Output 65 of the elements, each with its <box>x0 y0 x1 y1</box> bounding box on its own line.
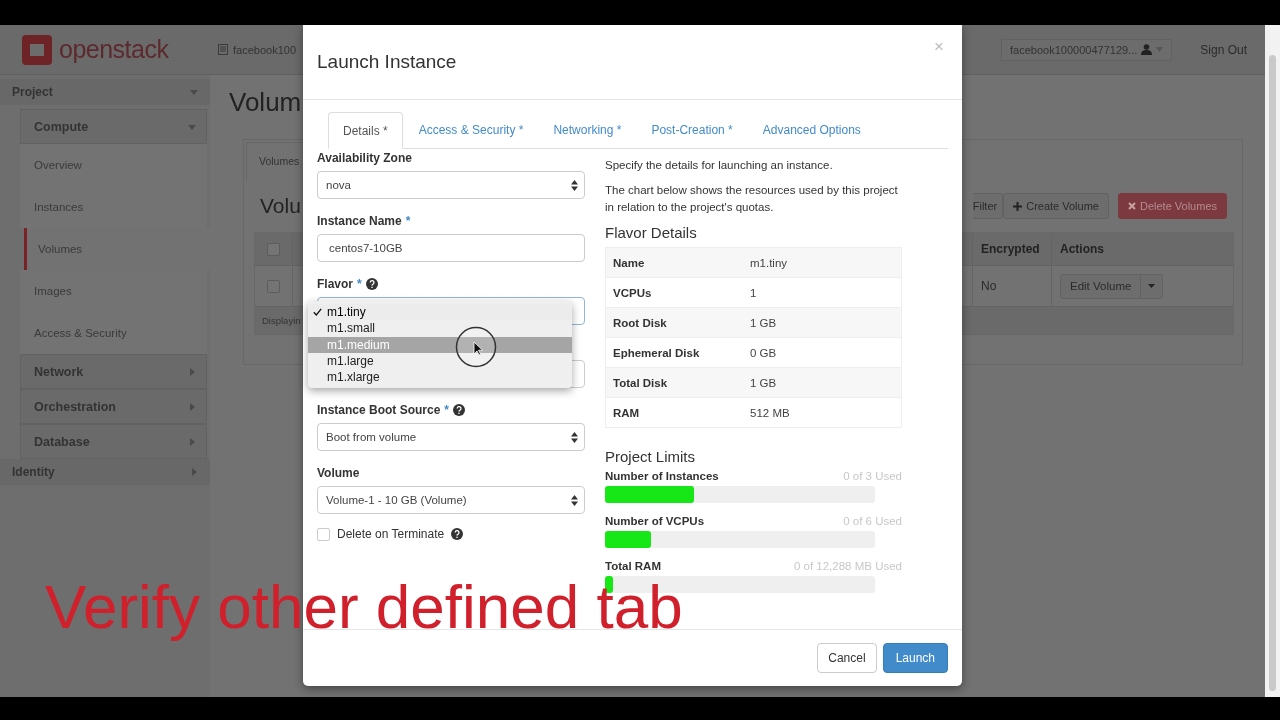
sidebar-item[interactable]: Images <box>20 270 207 312</box>
dropdown-option[interactable]: m1.medium <box>308 336 572 353</box>
dropdown-option[interactable]: m1.tiny <box>308 304 572 321</box>
table-cell: 1 <box>750 286 757 299</box>
tab[interactable]: Access & Security * <box>404 112 538 148</box>
checkbox-label: Delete on Terminate <box>337 527 445 541</box>
select-field[interactable]: Volume-1 - 10 GB (Volume) <box>317 486 585 514</box>
table-cell-text: Total Disk <box>613 376 669 389</box>
section-heading: Project Limits <box>605 448 697 465</box>
edit-button[interactable]: Edit Volume <box>1060 273 1142 299</box>
launch-button[interactable]: Launch <box>882 643 948 673</box>
cancel-button[interactable]: Cancel <box>817 643 877 673</box>
filter-button[interactable]: Filter <box>972 193 1004 219</box>
tab[interactable]: Details * <box>328 112 403 149</box>
close-button[interactable]: × <box>930 37 948 57</box>
limit-label: Number of Instances <box>605 470 719 484</box>
table-cell-text: RAM <box>613 406 641 419</box>
limit-label: Number of VCPUs <box>605 515 705 529</box>
tab[interactable]: Networking * <box>539 112 636 148</box>
table-cell-text: VCPUs <box>613 286 653 299</box>
table-cell-text: Root Disk <box>613 316 668 329</box>
field-label: Instance Name <box>317 214 402 228</box>
select-field[interactable]: nova <box>317 171 585 199</box>
dropdown-option[interactable]: m1.large <box>308 352 572 370</box>
field-label: Volume <box>317 466 360 480</box>
limit-label: Total RAM <box>605 560 661 574</box>
page-title: Volum <box>229 87 303 117</box>
table-heading: Volu <box>260 194 301 218</box>
table-cell: 0 GB <box>750 346 777 359</box>
section-heading: Flavor Details <box>605 224 698 241</box>
column-header: Encrypted <box>972 233 1052 265</box>
sidebar-group-header[interactable]: Compute <box>20 109 207 144</box>
dropdown-option[interactable]: m1.xlarge <box>308 369 572 386</box>
required-mark: * <box>444 403 450 417</box>
table-cell: m1.tiny <box>750 256 788 269</box>
tab[interactable]: Advanced Options <box>748 112 875 148</box>
table-cell-text: Ephemeral Disk <box>613 346 701 359</box>
tab[interactable]: Post-Creation * <box>637 112 747 148</box>
required-mark: * <box>357 277 362 291</box>
sidebar-item[interactable]: Access & Security <box>20 312 207 354</box>
table-cell: No <box>981 279 997 293</box>
sidebar-group-header[interactable]: Orchestration <box>20 389 207 424</box>
sign-out-link[interactable]: Sign Out <box>1200 42 1247 57</box>
sidebar-group-header[interactable]: Database <box>20 424 207 459</box>
delete-button[interactable]: Delete Volumes <box>1117 193 1227 219</box>
description-text: The chart below shows the resources used by this project in relation to the project's quotas. <box>605 183 899 215</box>
table-cell: 512 MB <box>750 406 790 419</box>
text-field[interactable]: centos7-10GB <box>317 234 585 262</box>
required-mark: * <box>405 214 411 228</box>
field-label: Availability Zone <box>317 151 412 165</box>
dropdown-option[interactable]: m1.small <box>308 320 572 337</box>
sidebar-item[interactable]: Overview <box>20 144 207 186</box>
field-label: Instance Boot Source <box>317 403 441 417</box>
table-cell: 1 GB <box>750 316 777 329</box>
description-text: Specify the details for launching an instance. <box>605 158 834 173</box>
table-cell: 1 GB <box>750 376 777 389</box>
select-field[interactable]: Boot from volume <box>317 423 585 451</box>
table-cell-text: Name <box>613 256 646 269</box>
create-button[interactable]: Create Volume <box>1003 193 1109 219</box>
user-menu[interactable]: facebook100000477129... <box>1001 38 1173 61</box>
field-label: Flavor <box>317 277 353 291</box>
logo-text: openstack <box>59 35 169 64</box>
sidebar-item[interactable]: Instances <box>20 186 207 228</box>
column-header: Actions <box>1059 242 1105 256</box>
dialog-title: Launch Instance <box>317 51 457 73</box>
